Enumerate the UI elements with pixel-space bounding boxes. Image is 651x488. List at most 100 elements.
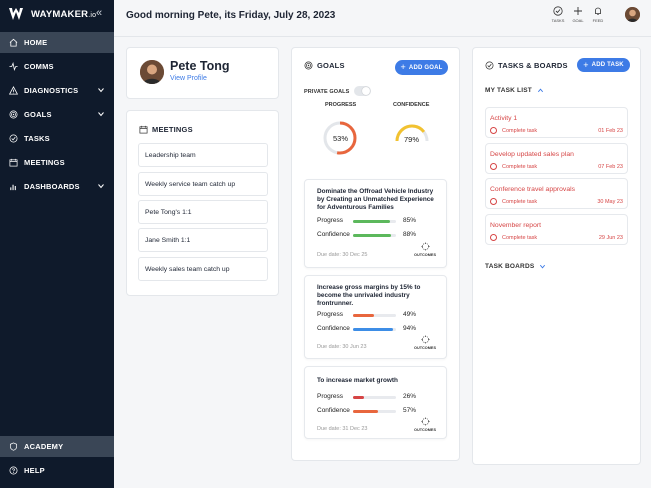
goal-card[interactable]: To increase market growth Progress 26% C… bbox=[304, 366, 447, 439]
outcomes-button[interactable]: OUTCOMES bbox=[414, 417, 436, 432]
task-boards-label: TASK BOARDS bbox=[485, 263, 535, 270]
sidebar-item-academy[interactable]: ACADEMY bbox=[0, 436, 114, 457]
chevron-down-icon bbox=[98, 112, 104, 117]
sidebar-item-label: ACADEMY bbox=[24, 442, 64, 451]
tasks-title-text: TASKS & BOARDS bbox=[498, 61, 568, 70]
private-goals-toggle[interactable] bbox=[354, 86, 371, 96]
task-due-date: 01 Feb 23 bbox=[598, 128, 623, 134]
confidence-value: 57% bbox=[403, 407, 417, 414]
plus-icon bbox=[574, 7, 582, 15]
goal-title: Dominate the Offroad Vehicle Industry by… bbox=[317, 188, 434, 211]
progress-value: 49% bbox=[403, 311, 417, 318]
task-title[interactable]: Conference travel approvals bbox=[490, 186, 575, 193]
outcomes-button[interactable]: OUTCOMES bbox=[414, 242, 436, 257]
confidence-bar-fill bbox=[353, 234, 391, 237]
feed-action[interactable]: FEED bbox=[591, 6, 605, 23]
add-goal-button[interactable]: + ADD GOAL bbox=[395, 60, 448, 75]
meeting-item[interactable]: Weekly sales team catch up bbox=[138, 257, 268, 281]
check-circle-icon bbox=[9, 134, 18, 143]
complete-task-checkbox[interactable] bbox=[490, 163, 497, 170]
target-icon bbox=[9, 110, 18, 119]
task-title[interactable]: November report bbox=[490, 222, 541, 229]
task-due-date: 07 Feb 23 bbox=[598, 164, 623, 170]
complete-task-label[interactable]: Complete task bbox=[502, 235, 537, 241]
add-goal-label: ADD GOAL bbox=[408, 64, 443, 71]
confidence-bar bbox=[353, 328, 396, 331]
complete-task-checkbox[interactable] bbox=[490, 234, 497, 241]
task-title[interactable]: Activity 1 bbox=[490, 115, 517, 122]
chevron-down-icon bbox=[540, 264, 546, 269]
task-item[interactable]: Conference travel approvals Complete tas… bbox=[485, 178, 628, 209]
sidebar-item-comms[interactable]: COMMS bbox=[0, 56, 114, 77]
meetings-title-text: MEETINGS bbox=[152, 125, 193, 134]
confidence-metric-label: Confidence bbox=[317, 325, 350, 332]
sidebar-item-dashboards[interactable]: DASHBOARDS bbox=[0, 176, 114, 197]
chevron-up-icon bbox=[537, 88, 543, 93]
my-task-list-label: MY TASK LIST bbox=[485, 87, 532, 94]
goal-action[interactable]: GOAL bbox=[571, 6, 585, 23]
goal-card[interactable]: Increase gross margins by 15% to become … bbox=[304, 275, 447, 359]
confidence-bar bbox=[353, 234, 396, 237]
complete-task-label[interactable]: Complete task bbox=[502, 128, 537, 134]
complete-task-checkbox[interactable] bbox=[490, 127, 497, 134]
outcomes-label: OUTCOMES bbox=[414, 346, 436, 350]
goal-title: Increase gross margins by 15% to become … bbox=[317, 284, 421, 307]
meeting-item[interactable]: Leadership team bbox=[138, 143, 268, 167]
sidebar-item-goals[interactable]: GOALS bbox=[0, 104, 114, 125]
task-boards-toggle[interactable]: TASK BOARDS bbox=[485, 263, 546, 270]
goal-due-date: Due date: 31 Dec 23 bbox=[317, 426, 368, 432]
plus-icon: + bbox=[583, 59, 589, 70]
goals-title: GOALS bbox=[304, 61, 345, 70]
complete-task-checkbox[interactable] bbox=[490, 198, 497, 205]
crosshair-icon bbox=[420, 417, 430, 426]
meeting-item[interactable]: Jane Smith 1:1 bbox=[138, 228, 268, 252]
calendar-icon bbox=[9, 158, 18, 167]
task-item[interactable]: Activity 1 Complete task 01 Feb 23 bbox=[485, 107, 628, 138]
user-avatar[interactable] bbox=[625, 7, 640, 22]
complete-task-label[interactable]: Complete task bbox=[502, 199, 537, 205]
logo-w-icon bbox=[9, 8, 23, 20]
task-due-date: 29 Jun 23 bbox=[598, 235, 623, 241]
progress-metric-label: Progress bbox=[317, 393, 344, 400]
shield-icon bbox=[9, 442, 18, 451]
progress-bar-fill bbox=[353, 396, 365, 399]
collapse-sidebar-icon[interactable]: « bbox=[96, 7, 102, 19]
profile-name: Pete Tong bbox=[170, 59, 230, 73]
goal-due-date: Due date: 30 Jun 23 bbox=[317, 344, 367, 350]
check-circle-icon bbox=[485, 61, 494, 70]
progress-gauge-label: PROGRESS bbox=[325, 102, 357, 108]
feed-action-label: FEED bbox=[592, 18, 604, 23]
view-profile-link[interactable]: View Profile bbox=[170, 75, 207, 82]
progress-bar bbox=[353, 314, 396, 317]
add-task-button[interactable]: + ADD TASK bbox=[577, 58, 630, 72]
task-item[interactable]: Develop updated sales plan Complete task… bbox=[485, 143, 628, 174]
sidebar-item-label: HELP bbox=[24, 466, 45, 475]
meeting-item[interactable]: Pete Tong's 1:1 bbox=[138, 200, 268, 224]
sidebar-item-meetings[interactable]: MEETINGS bbox=[0, 152, 114, 173]
target-icon bbox=[304, 61, 313, 70]
tasks-action[interactable]: TASKS bbox=[551, 6, 565, 23]
sidebar: WAYMAKER.io « HOME COMMS DIAGNOSTICS GOA… bbox=[0, 0, 114, 488]
my-task-list-toggle[interactable]: MY TASK LIST bbox=[485, 87, 544, 94]
goal-card[interactable]: Dominate the Offroad Vehicle Industry by… bbox=[304, 179, 447, 268]
confidence-value: 88% bbox=[403, 231, 417, 238]
sidebar-item-home[interactable]: HOME bbox=[0, 32, 114, 53]
outcomes-label: OUTCOMES bbox=[414, 253, 436, 257]
meeting-item[interactable]: Weekly service team catch up bbox=[138, 172, 268, 196]
task-item[interactable]: November report Complete task 29 Jun 23 bbox=[485, 214, 628, 245]
chevron-down-icon bbox=[98, 184, 104, 189]
sidebar-item-help[interactable]: HELP bbox=[0, 460, 114, 481]
sidebar-item-label: MEETINGS bbox=[24, 158, 65, 167]
meetings-title: MEETINGS bbox=[139, 125, 193, 134]
complete-task-label[interactable]: Complete task bbox=[502, 164, 537, 170]
brand-suffix: .io bbox=[88, 11, 97, 19]
sidebar-item-diagnostics[interactable]: DIAGNOSTICS bbox=[0, 80, 114, 101]
progress-value: 85% bbox=[403, 217, 417, 224]
outcomes-button[interactable]: OUTCOMES bbox=[414, 335, 436, 350]
page-greeting: Good morning Pete, its Friday, July 28, … bbox=[126, 10, 336, 21]
waymaker-logo[interactable]: WAYMAKER.io bbox=[9, 7, 96, 21]
task-title[interactable]: Develop updated sales plan bbox=[490, 151, 574, 158]
sidebar-item-tasks[interactable]: TASKS bbox=[0, 128, 114, 149]
confidence-metric-label: Confidence bbox=[317, 231, 350, 238]
profile-avatar bbox=[140, 60, 164, 84]
